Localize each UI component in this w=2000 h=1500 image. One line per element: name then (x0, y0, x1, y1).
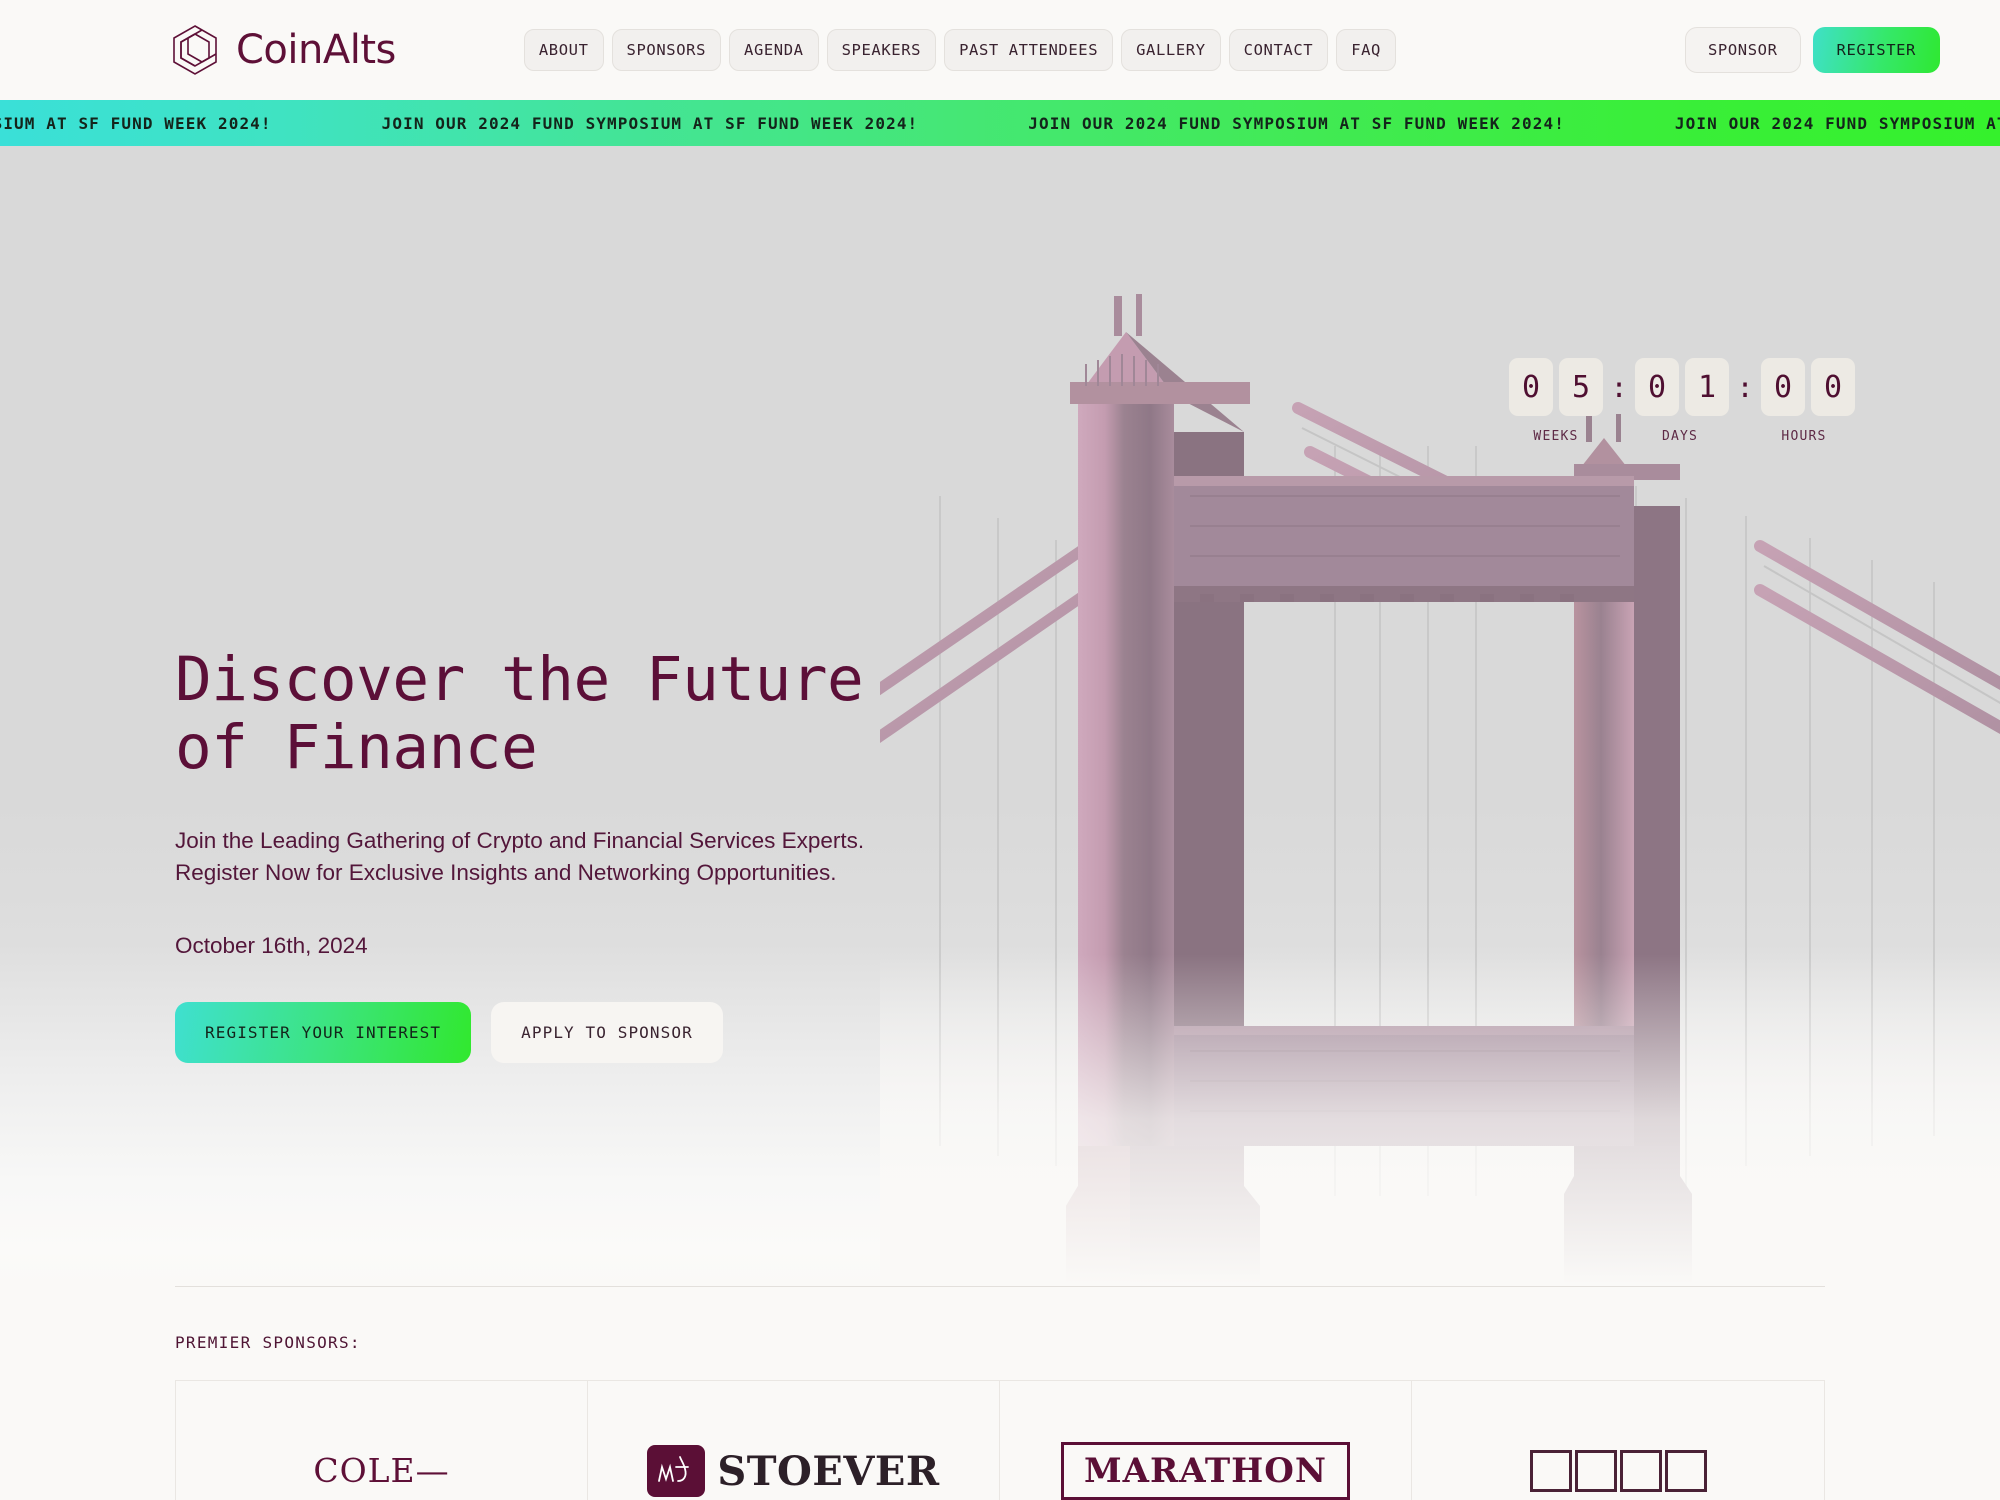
marquee-item: JOIN OUR 2024 FUND SYMPOSIUM AT SF FUND … (1674, 113, 2000, 133)
countdown-separator: : (1736, 370, 1754, 404)
sponsor-cell-cole[interactable]: COLE— (176, 1381, 588, 1500)
countdown-hours-digit-2: 0 (1811, 358, 1855, 416)
nav-item-faq[interactable]: FAQ (1336, 29, 1396, 71)
stoever-logo: STOEVER (647, 1445, 939, 1497)
countdown-timer: 0 5 : 0 1 : 0 0 WEEKS DAYS HOURS (1509, 358, 1855, 444)
stoever-monogram-icon (647, 1445, 706, 1497)
countdown-hours-digit-1: 0 (1761, 358, 1805, 416)
marquee-item: JOIN OUR 2024 FUND SYMPOSIUM AT SF FUND … (0, 113, 272, 133)
countdown-days-digit-1: 0 (1635, 358, 1679, 416)
nav-item-gallery[interactable]: GALLERY (1121, 29, 1221, 71)
brand-name: CoinAlts (236, 27, 396, 73)
sponsor-cell-marathon[interactable]: MARATHON (1000, 1381, 1412, 1500)
nav-item-about[interactable]: ABOUT (523, 29, 604, 71)
nav-item-past-attendees[interactable]: PAST ATTENDEES (944, 29, 1114, 71)
countdown-separator: : (1610, 370, 1628, 404)
sponsor-cell-squares[interactable] (1412, 1381, 1824, 1500)
countdown-days-digit-2: 1 (1685, 358, 1729, 416)
hero-content: Discover the Future of Finance Join the … (175, 644, 1075, 1063)
countdown-weeks-digit-2: 5 (1559, 358, 1603, 416)
stoever-wordmark: STOEVER (717, 1447, 940, 1495)
nav-item-sponsors[interactable]: SPONSORS (611, 29, 722, 71)
marquee-track: JOIN OUR 2024 FUND SYMPOSIUM AT SF FUND … (0, 114, 2000, 133)
apply-sponsor-button[interactable]: APPLY TO SPONSOR (491, 1001, 723, 1063)
countdown-label-weeks: WEEKS (1533, 429, 1579, 444)
nav-item-speakers[interactable]: SPEAKERS (826, 29, 937, 71)
countdown-label-hours: HOURS (1781, 429, 1827, 444)
marquee-item: JOIN OUR 2024 FUND SYMPOSIUM AT SF FUND … (381, 113, 919, 133)
countdown-digits: 0 5 : 0 1 : 0 0 (1509, 358, 1855, 416)
countdown-weeks-digit-1: 0 (1509, 358, 1553, 416)
nav-item-agenda[interactable]: AGENDA (729, 29, 819, 71)
site-header: CoinAlts ABOUT SPONSORS AGENDA SPEAKERS … (0, 0, 2000, 100)
marathon-logo: MARATHON (1061, 1442, 1350, 1500)
hero-title: Discover the Future of Finance (175, 644, 864, 784)
register-interest-button[interactable]: REGISTER YOUR INTEREST (175, 1001, 472, 1063)
sponsor-logo-grid: COLE— STOEVER MARATHON (175, 1380, 1825, 1500)
header-actions: SPONSOR REGISTER (1685, 27, 1940, 73)
announcement-marquee: JOIN OUR 2024 FUND SYMPOSIUM AT SF FUND … (0, 100, 2000, 146)
sponsor-button[interactable]: SPONSOR (1685, 27, 1801, 73)
section-divider (175, 1286, 1825, 1287)
sponsor-cell-stoever[interactable]: STOEVER (588, 1381, 1000, 1500)
premier-sponsors-label: PREMIER SPONSORS: (175, 1333, 361, 1352)
marquee-item: JOIN OUR 2024 FUND SYMPOSIUM AT SF FUND … (1028, 113, 1565, 133)
squares-logo-icon (1529, 1450, 1707, 1492)
hero-subtitle: Join the Leading Gathering of Crypto and… (175, 827, 865, 886)
hero-cta-group: REGISTER YOUR INTEREST APPLY TO SPONSOR (175, 1001, 1075, 1063)
main-navigation: ABOUT SPONSORS AGENDA SPEAKERS PAST ATTE… (523, 29, 1396, 71)
hero-section: 0 5 : 0 1 : 0 0 WEEKS DAYS HOURS Discove… (0, 146, 2000, 1284)
premier-sponsors-section: PREMIER SPONSORS: COLE— STOEVER MARATHON (0, 1286, 2000, 1500)
countdown-labels: WEEKS DAYS HOURS (1509, 429, 1855, 444)
countdown-label-days: DAYS (1661, 429, 1699, 444)
cole-logo: COLE— (313, 1450, 450, 1490)
register-button[interactable]: REGISTER (1812, 27, 1940, 73)
hexagon-cube-logo-icon (168, 23, 222, 77)
nav-item-contact[interactable]: CONTACT (1228, 29, 1329, 71)
event-date: October 16th, 2024 (175, 932, 368, 958)
page-root: CoinAlts ABOUT SPONSORS AGENDA SPEAKERS … (0, 0, 2000, 1500)
brand-logo[interactable]: CoinAlts (168, 23, 396, 77)
